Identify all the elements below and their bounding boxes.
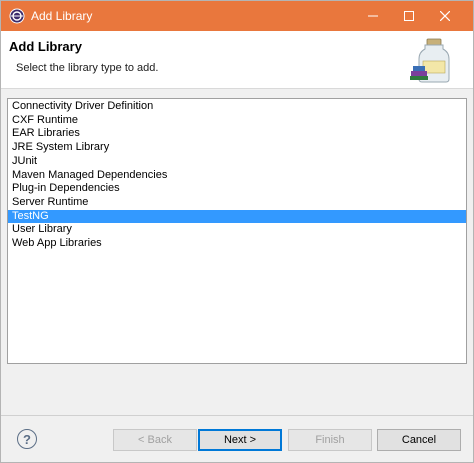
close-icon: [440, 11, 450, 21]
footer-divider: [1, 415, 473, 416]
list-item-server-runtime[interactable]: Server Runtime: [8, 196, 466, 210]
dialog-header: Add Library Select the library type to a…: [1, 31, 473, 89]
next-button[interactable]: Next >: [198, 429, 282, 451]
finish-button[interactable]: Finish: [288, 429, 372, 451]
list-item-web-app-libraries[interactable]: Web App Libraries: [8, 237, 466, 251]
list-item-maven-managed-dependencies[interactable]: Maven Managed Dependencies: [8, 169, 466, 183]
header-title: Add Library: [9, 39, 82, 54]
list-item-ear-libraries[interactable]: EAR Libraries: [8, 127, 466, 141]
maximize-button[interactable]: [391, 1, 427, 31]
window-title: Add Library: [31, 9, 93, 23]
list-item-junit[interactable]: JUnit: [8, 155, 466, 169]
list-item-connectivity-driver-definition[interactable]: Connectivity Driver Definition: [8, 100, 466, 114]
library-jar-icon: [410, 38, 450, 83]
list-item-jre-system-library[interactable]: JRE System Library: [8, 141, 466, 155]
add-library-dialog: Add Library Add Library Select the libra…: [0, 0, 474, 463]
list-item-testng[interactable]: TestNG: [8, 209, 466, 224]
library-type-list[interactable]: Connectivity Driver Definition CXF Runti…: [7, 98, 467, 364]
list-item-plug-in-dependencies[interactable]: Plug-in Dependencies: [8, 182, 466, 196]
maximize-icon: [404, 11, 414, 21]
help-button[interactable]: ?: [17, 429, 37, 449]
cancel-button[interactable]: Cancel: [377, 429, 461, 451]
title-bar[interactable]: Add Library: [1, 1, 473, 31]
header-description: Select the library type to add.: [16, 62, 159, 74]
close-button[interactable]: [427, 1, 463, 31]
minimize-icon: [368, 15, 378, 17]
list-item-user-library[interactable]: User Library: [8, 223, 466, 237]
minimize-button[interactable]: [355, 1, 391, 31]
back-button[interactable]: < Back: [113, 429, 197, 451]
eclipse-icon: [9, 8, 25, 24]
list-item-cxf-runtime[interactable]: CXF Runtime: [8, 114, 466, 128]
help-icon: ?: [23, 431, 31, 447]
